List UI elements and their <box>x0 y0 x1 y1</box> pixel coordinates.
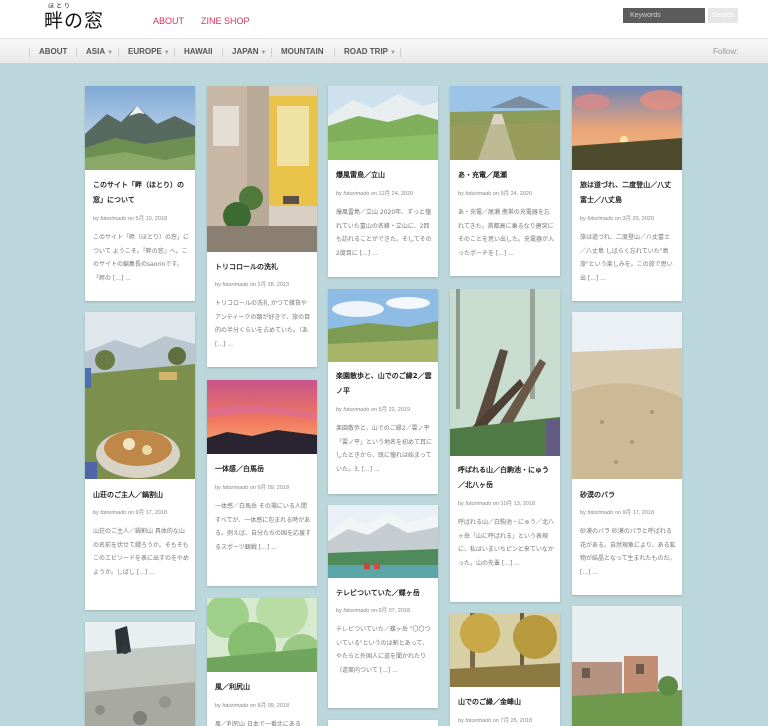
post-thumbnail[interactable] <box>207 380 317 454</box>
nav-divider <box>118 48 119 57</box>
nav-divider <box>222 48 223 57</box>
post-meta: by fotorimado on 3月 29, 2020 <box>580 216 655 222</box>
post-card[interactable]: このサイト「畔（ほとり）の窓」について by fotorimado on 5月 … <box>85 86 195 301</box>
post-card[interactable] <box>85 622 195 726</box>
nav-divider <box>76 48 77 57</box>
post-title[interactable]: 呼ばれる山／白駒池・にゅう／北八ヶ岳 <box>458 463 554 493</box>
post-thumbnail[interactable] <box>207 598 317 672</box>
post-thumbnail[interactable] <box>450 613 560 687</box>
follow-label: Follow: <box>713 47 739 56</box>
post-excerpt: 砂漠のバラ 砂漠のバラと呼ばれる花がある。自然現象により、ある鉱物が結晶となって… <box>580 528 676 576</box>
caret-down-icon: ▼ <box>390 50 396 56</box>
nav-divider <box>334 48 335 57</box>
post-title[interactable]: 砂漠のバラ <box>580 488 676 503</box>
post-excerpt: 旅は道づれ、二度登山／八丈富士／八丈島 しばらく忘れていた"島旅"という楽しみを… <box>580 234 673 282</box>
post-title[interactable]: 風／利尻山 <box>215 680 311 695</box>
post-card[interactable]: 旅は道づれ、二度登山／八丈富士／八丈島 by fotorimado on 3月 … <box>572 86 682 301</box>
nav-item-asia[interactable]: ASIA ▼ <box>86 47 113 56</box>
post-title[interactable]: テレビついていた／蝶ヶ岳 <box>336 586 432 601</box>
nav-item-hawaii[interactable]: HAWAII <box>184 47 212 56</box>
post-meta: by fotorimado on 7月 25, 2018 <box>458 718 533 724</box>
post-title[interactable]: このサイト「畔（ほとり）の窓」について <box>93 178 189 208</box>
post-meta: by fotorimado on 12月 24, 2020 <box>336 191 414 197</box>
post-thumbnail[interactable] <box>450 86 560 160</box>
post-excerpt: 一体感／白馬岳 その場にいる人間すべてが、一体感に包まれる時がある。例えば、自分… <box>215 503 312 551</box>
post-meta: by fotorimado on 9月 09, 2018 <box>215 485 290 491</box>
nav-divider <box>29 48 30 57</box>
site-logo[interactable]: 畔の窓 <box>44 6 104 33</box>
post-thumbnail[interactable] <box>572 312 682 479</box>
post-card[interactable]: 一体感／白馬岳 by fotorimado on 9月 09, 2018 一体感… <box>207 380 317 586</box>
main-nav: ABOUT ASIA ▼ EUROPE ▼ HAWAII JAPAN ▼ MOUNTA… <box>0 38 768 64</box>
nav-divider <box>271 48 272 57</box>
post-title[interactable]: 楽園散歩と、山でのご縁2／雲ノ平 <box>336 369 432 399</box>
post-thumbnail[interactable] <box>85 622 195 726</box>
post-title[interactable]: 山でのご縁／金峰山 <box>458 695 554 710</box>
search-button[interactable]: Search <box>708 8 738 23</box>
nav-item-europe[interactable]: EUROPE ▼ <box>128 47 170 56</box>
post-meta: by fotorimado on 9月 17, 2018 <box>93 510 168 516</box>
post-title[interactable]: 旅は道づれ、二度登山／八丈富士／八丈島 <box>580 178 676 208</box>
post-excerpt: あ・充電／尾瀬 携帯の充電器を忘れてきた。首都高に乗るなり唐突にそのことを思い出… <box>458 209 555 257</box>
post-meta: by fotorimado on 5月 10, 2018 <box>93 216 168 222</box>
nav-item-mountain[interactable]: MOUNTAIN <box>281 47 324 56</box>
nav-item-about[interactable]: ABOUT <box>39 47 67 56</box>
post-title[interactable]: あ・充電／尾瀬 <box>458 168 554 183</box>
post-excerpt: 山荘のご主人／鍋割山 具体的な山の名前を伏せて綴ろうか。そもそもこのエピソードを… <box>93 528 190 576</box>
post-thumbnail[interactable] <box>328 505 438 578</box>
caret-down-icon: ▼ <box>107 50 114 56</box>
post-card[interactable]: 呼ばれる山／白駒池・にゅう／北八ヶ岳 by fotorimado on 10月 … <box>450 289 560 602</box>
nav-divider <box>400 48 401 57</box>
post-title[interactable]: 山荘のご主人／鍋割山 <box>93 488 189 503</box>
post-thumbnail[interactable] <box>85 86 195 170</box>
post-meta: by fotorimado on 9月 24, 2020 <box>458 191 533 197</box>
post-excerpt: 爆風雷鳥／立山 2020年、ずっと憧れていた富山の名峰・立山に、2回も訪れること… <box>336 209 432 257</box>
caret-down-icon: ▼ <box>163 50 170 56</box>
post-meta: by fotorimado on 9月 07, 2018 <box>336 608 411 614</box>
nav-divider <box>174 48 175 57</box>
post-thumbnail[interactable] <box>85 312 195 479</box>
post-card[interactable]: 砂漠のバラ by fotorimado on 9月 17, 2018 砂漠のバラ… <box>572 312 682 595</box>
post-title[interactable]: 一体感／白馬岳 <box>215 462 311 477</box>
post-meta: by fotorimado on 5月 22, 2019 <box>336 407 411 413</box>
post-card[interactable]: トリコロールの洗礼 by fotorimado on 2月 28, 2023 ト… <box>207 86 317 367</box>
post-meta: by fotorimado on 8月 09, 2018 <box>215 703 290 709</box>
post-card[interactable] <box>328 720 438 726</box>
site-header: ほとり 畔の窓 ABOUT ZINE SHOP Search <box>0 0 768 38</box>
post-excerpt: 呼ばれる山／白駒池・にゅう／北八ヶ岳「山に呼ばれる」という表現に、私はいまいちピ… <box>458 519 555 567</box>
post-thumbnail[interactable] <box>450 289 560 456</box>
post-title[interactable]: トリコロールの洗礼 <box>215 260 311 275</box>
post-card[interactable]: 山荘のご主人／鍋割山 by fotorimado on 9月 17, 2018 … <box>85 312 195 610</box>
post-card[interactable]: 山でのご縁／金峰山 by fotorimado on 7月 25, 2018 <box>450 613 560 726</box>
post-excerpt: 風／利尻山 日本で一番北にある [...] <box>215 721 301 726</box>
nav-item-japan[interactable]: JAPAN ▼ <box>232 47 266 56</box>
post-card[interactable]: 楽園散歩と、山でのご縁2／雲ノ平 by fotorimado on 5月 22,… <box>328 289 438 494</box>
post-card[interactable] <box>572 606 682 726</box>
post-title[interactable]: 爆風雷鳥／立山 <box>336 168 432 183</box>
post-meta: by fotorimado on 2月 28, 2023 <box>215 282 290 288</box>
post-excerpt: テレビついていた／蝶ヶ岳 "〇〇ついている"というのは割とあって、やたらと外国人… <box>336 626 431 674</box>
post-card[interactable]: 風／利尻山 by fotorimado on 8月 09, 2018 風／利尻山… <box>207 598 317 726</box>
caret-down-icon: ▼ <box>260 50 267 56</box>
zine-shop-link[interactable]: ZINE SHOP <box>201 16 250 26</box>
about-link[interactable]: ABOUT <box>153 16 184 26</box>
post-thumbnail[interactable] <box>207 86 317 252</box>
post-thumbnail[interactable] <box>572 86 682 170</box>
post-card[interactable]: あ・充電／尾瀬 by fotorimado on 9月 24, 2020 あ・充… <box>450 86 560 276</box>
search-input[interactable] <box>623 8 705 23</box>
post-meta: by fotorimado on 9月 17, 2018 <box>580 510 655 516</box>
post-excerpt: トリコロールの洗礼 かつて雑貨やアンティークの類が好きで、旅の目的の半分くらいを… <box>215 300 311 348</box>
post-meta: by fotorimado on 10月 13, 2018 <box>458 501 536 507</box>
post-excerpt: このサイト「畔（ほとり）の窓」について ようこそ。『畔の窓』へ。このサイトの編集… <box>93 234 190 282</box>
post-thumbnail[interactable] <box>328 289 438 362</box>
post-excerpt: 楽園散歩と、山でのご縁2／雲ノ平「雲ノ平」という地名を初めて耳にしたときから、既… <box>336 425 433 473</box>
nav-item-road-trip[interactable]: ROAD TRIP ▼ <box>344 47 396 56</box>
post-card[interactable]: テレビついていた／蝶ヶ岳 by fotorimado on 9月 07, 201… <box>328 505 438 708</box>
post-thumbnail[interactable] <box>572 606 682 726</box>
post-card[interactable]: 爆風雷鳥／立山 by fotorimado on 12月 24, 2020 爆風… <box>328 86 438 277</box>
post-thumbnail[interactable] <box>328 86 438 160</box>
